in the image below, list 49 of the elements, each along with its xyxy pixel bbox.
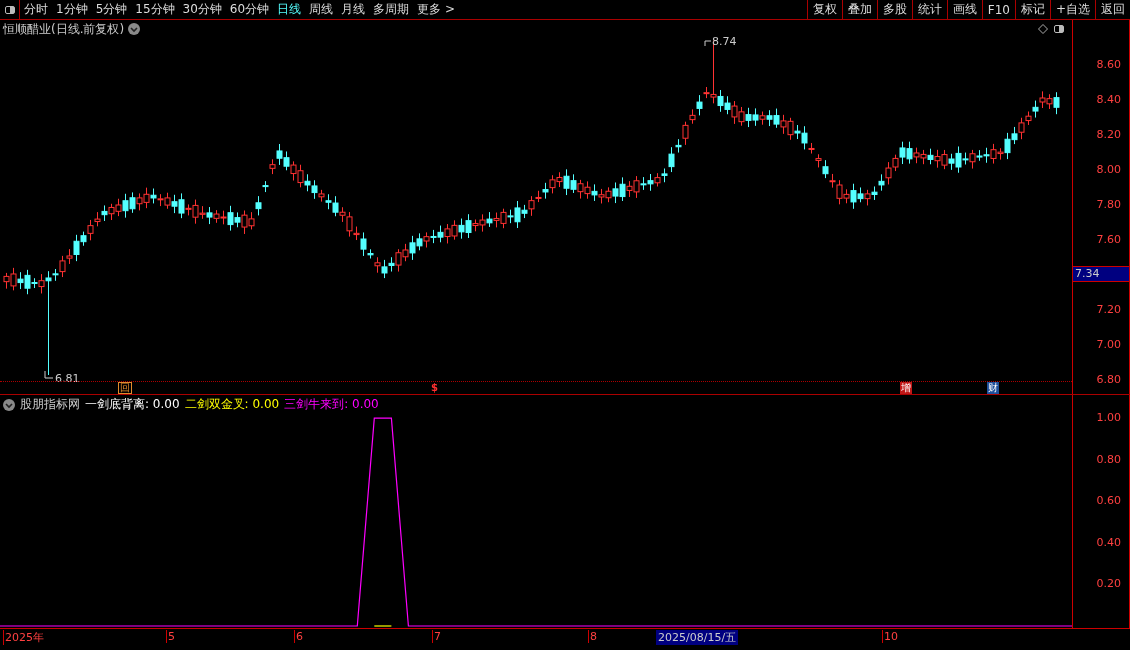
indicator-tick-label: 0.40: [1096, 535, 1121, 549]
indicator-tick-label: 0.80: [1096, 452, 1121, 466]
dropdown-icon[interactable]: [128, 23, 141, 35]
leader-line: [44, 371, 54, 379]
time-axis-label: 7: [432, 630, 441, 643]
event-marker[interactable]: 回: [118, 382, 132, 394]
indicator-name: 股朋指标网: [20, 396, 80, 413]
event-marker[interactable]: 增: [900, 382, 912, 394]
time-axis-label: 10: [882, 630, 898, 643]
diamond-icon[interactable]: [1038, 24, 1048, 34]
period-tab[interactable]: 1分钟: [52, 1, 92, 18]
event-marker[interactable]: $: [430, 382, 439, 394]
indicator-tick-label: 0.20: [1096, 577, 1121, 591]
current-price-label: 7.34: [1073, 266, 1129, 282]
period-tab[interactable]: 15分钟: [131, 1, 179, 18]
period-tab[interactable]: 周线: [305, 1, 338, 18]
indicator-tick-label: 1.00: [1096, 411, 1121, 425]
dropdown-icon[interactable]: [3, 398, 15, 411]
price-tick-label: 8.20: [1096, 128, 1121, 141]
chart-title: 恒顺醋业(日线.前复权): [3, 20, 125, 38]
price-tick-label: 6.80: [1096, 373, 1121, 386]
panel-toggle-icon[interactable]: [1052, 22, 1066, 36]
period-tab[interactable]: 日线: [273, 1, 306, 18]
price-tick-label: 8.60: [1096, 58, 1121, 71]
price-tick-label: 8.40: [1096, 93, 1121, 106]
time-axis-label: 8: [588, 630, 597, 643]
price-tick-label: 7.20: [1096, 303, 1121, 316]
price-tick-label: 7.60: [1096, 233, 1121, 246]
event-marker[interactable]: 财: [987, 382, 999, 394]
period-tab[interactable]: 5分钟: [91, 1, 132, 18]
high-price-label: 8.74: [712, 35, 737, 48]
cursor-date-label: 2025/08/15/五: [656, 630, 739, 645]
price-tick-label: 7.80: [1096, 198, 1121, 211]
time-axis-label: 5: [166, 630, 175, 643]
period-tab[interactable]: 月线: [337, 1, 370, 18]
price-tick-label: 7.00: [1096, 338, 1121, 351]
indicator-reading: 一剑底背离: 0.00: [85, 396, 180, 413]
period-tab[interactable]: 多周期: [369, 1, 414, 18]
indicator-reading: 三剑牛来到: 0.00: [284, 396, 379, 413]
period-tab[interactable]: 更多 >: [413, 1, 459, 18]
indicator-reading: 二剑双金叉: 0.00: [184, 396, 280, 413]
time-axis-label: 6: [294, 630, 303, 643]
period-tab[interactable]: 分时: [20, 1, 52, 18]
period-tab[interactable]: 60分钟: [225, 1, 274, 18]
period-tab[interactable]: 30分钟: [178, 1, 226, 18]
price-tick-label: 8.00: [1096, 163, 1121, 176]
time-axis-label: 2025年: [3, 630, 44, 645]
leader-line: [704, 40, 712, 46]
indicator-tick-label: 0.60: [1096, 494, 1121, 508]
